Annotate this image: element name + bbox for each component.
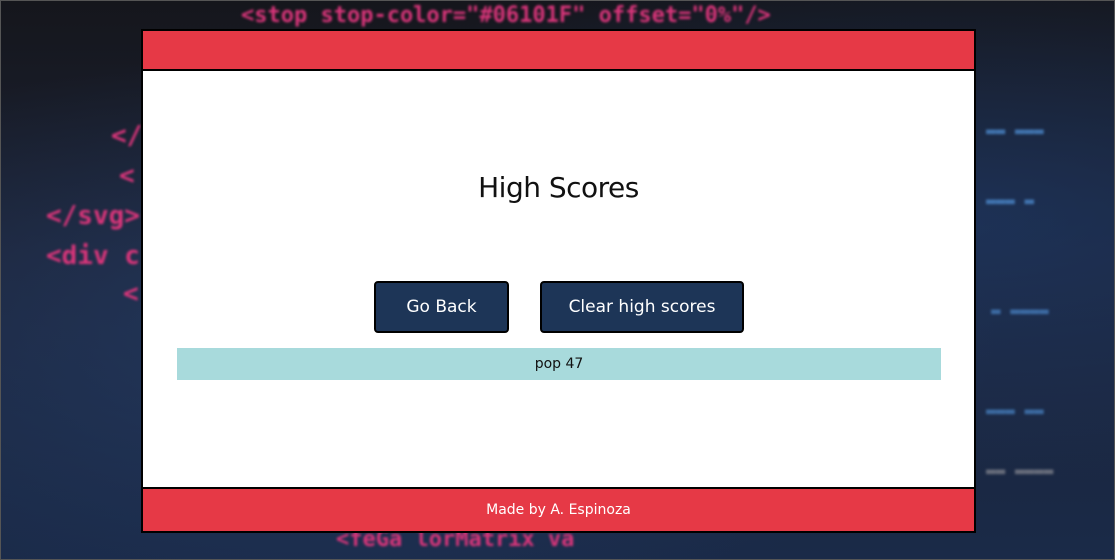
bg-code-line-top: <stop stop-color="#06101F" offset="0%"/> bbox=[241, 3, 771, 28]
bg-code-right-4: ▬▬▬ ▬▬ bbox=[986, 401, 1044, 420]
bg-code-right-2: ▬▬▬ ▬ bbox=[986, 191, 1035, 210]
score-list-item: pop 47 bbox=[177, 348, 941, 380]
go-back-button[interactable]: Go Back bbox=[374, 281, 509, 333]
bg-code-right-1: ▬▬ ▬▬▬ bbox=[986, 121, 1044, 140]
card-body: High Scores Go Back Clear high scores po… bbox=[143, 71, 974, 489]
bg-code-right-5: ▬▬ ▬▬▬▬ bbox=[986, 461, 1054, 480]
bg-code-right-3: ▬ ▬▬▬▬ bbox=[991, 301, 1049, 320]
bg-code-left-2: < bbox=[119, 161, 135, 191]
bg-code-left-5: < bbox=[123, 279, 139, 309]
bg-code-left-3: </svg> bbox=[46, 201, 140, 231]
page-title: High Scores bbox=[478, 171, 639, 204]
high-scores-card: High Scores Go Back Clear high scores po… bbox=[141, 29, 976, 533]
bg-code-left-1: </ bbox=[111, 121, 143, 151]
card-header bbox=[143, 31, 974, 71]
bg-code-left-4: <div c bbox=[46, 241, 140, 271]
footer: Made by A. Espinoza bbox=[143, 487, 974, 531]
clear-high-scores-button[interactable]: Clear high scores bbox=[540, 281, 744, 333]
